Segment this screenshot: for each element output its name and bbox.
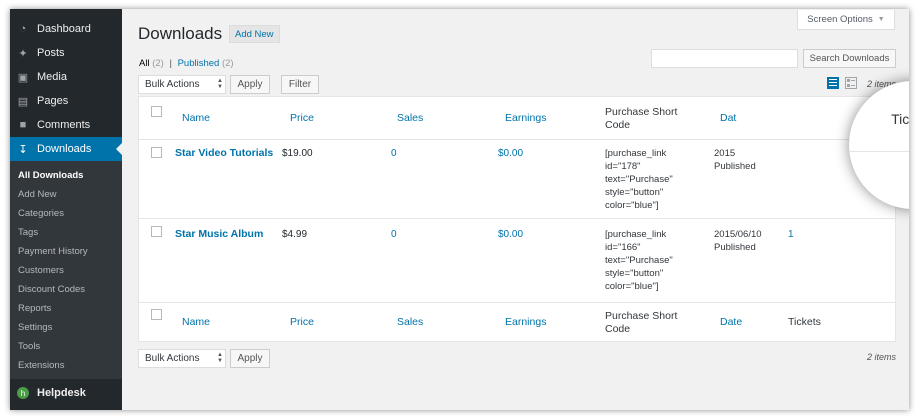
submenu-tools[interactable]: Tools: [10, 337, 122, 356]
search-input[interactable]: [651, 49, 798, 68]
bulk-actions-select-bottom[interactable]: Bulk Actions ▲ ▼: [138, 349, 226, 368]
submenu-all-downloads[interactable]: All Downloads: [10, 166, 122, 185]
page-title: Downloads: [138, 24, 223, 43]
menu-label: Pages: [37, 95, 69, 107]
column-header-earnings[interactable]: Earnings: [505, 112, 546, 125]
bulk-actions-value: Bulk Actions: [145, 79, 200, 90]
column-footer-date[interactable]: Date: [720, 316, 742, 329]
row-checkbox[interactable]: [151, 226, 162, 237]
page-icon: ▤: [17, 95, 29, 108]
column-header-name[interactable]: Name: [182, 112, 210, 125]
items-count-bottom: 2 items: [867, 352, 897, 362]
apply-button-bottom[interactable]: Apply: [230, 349, 270, 368]
row-date: 2015/06/10 Published: [714, 229, 762, 253]
row-earnings-link[interactable]: $0.00: [498, 147, 523, 160]
admin-window: ◔ Dashboard ✦ Posts ▣ Media ▤ Pages ■ Co…: [10, 9, 909, 410]
row-price: $19.00: [282, 148, 313, 159]
header-divider: [139, 139, 895, 140]
column-header-price[interactable]: Price: [290, 112, 314, 125]
row-price: $4.99: [282, 229, 308, 240]
bulk-actions-value: Bulk Actions: [145, 353, 200, 364]
submenu-payment-history[interactable]: Payment History: [10, 242, 122, 261]
row-shortcode: [purchase_link id="178" text="Purchase" …: [605, 148, 673, 211]
menu-media[interactable]: ▣ Media: [10, 65, 122, 89]
screen-options-label: Screen Options: [807, 14, 873, 25]
download-icon: ↧: [18, 143, 28, 156]
menu-helpdesk[interactable]: h Helpdesk: [10, 381, 122, 405]
apply-button-top[interactable]: Apply: [230, 75, 270, 94]
submenu-discount-codes[interactable]: Discount Codes: [10, 280, 122, 299]
comment-icon: ■: [19, 119, 27, 131]
menu-label: Dashboard: [37, 23, 91, 35]
menu-label: Comments: [37, 119, 91, 131]
row-sales-link[interactable]: 0: [391, 228, 397, 241]
filter-button[interactable]: Filter: [281, 75, 319, 94]
menu-downloads[interactable]: ↧ Downloads: [10, 137, 122, 161]
bulk-actions-select-top[interactable]: Bulk Actions ▲ ▼: [138, 75, 226, 94]
menu-dashboard[interactable]: ◔ Dashboard: [10, 17, 122, 41]
row-divider: [139, 218, 895, 219]
caret-down-icon: ▼: [877, 16, 885, 23]
row-earnings-link[interactable]: $0.00: [498, 228, 523, 241]
submenu-categories[interactable]: Categories: [10, 204, 122, 223]
row-title-link[interactable]: Star Video Tutorials: [175, 147, 273, 160]
filter-separator: |: [169, 58, 172, 69]
media-icon: ▣: [17, 71, 29, 84]
status-filter-links: All (2) | Published (2): [139, 58, 234, 69]
pin-icon: ✦: [18, 47, 28, 60]
row-tickets-link[interactable]: 1: [788, 228, 794, 241]
row-sales-link[interactable]: 0: [391, 147, 397, 160]
row-title-link[interactable]: Star Music Album: [175, 228, 263, 241]
magnified-tickets-header: Tickets: [891, 111, 909, 127]
column-footer-tickets: Tickets: [788, 316, 821, 328]
downloads-submenu: All Downloads Add New Categories Tags Pa…: [10, 161, 122, 379]
menu-label: Helpdesk: [37, 387, 86, 399]
column-footer-sales[interactable]: Sales: [397, 316, 423, 329]
select-all-checkbox-bottom[interactable]: [151, 309, 162, 320]
admin-sidebar: ◔ Dashboard ✦ Posts ▣ Media ▤ Pages ■ Co…: [10, 9, 122, 410]
screen-options-button[interactable]: Screen Options ▼: [797, 10, 895, 30]
select-all-checkbox-top[interactable]: [151, 106, 162, 117]
filter-published-count: (2): [221, 58, 234, 69]
menu-label: Media: [37, 71, 67, 83]
footer-divider: [139, 302, 895, 303]
dashboard-icon: ◔: [19, 23, 27, 35]
search-downloads-button[interactable]: Search Downloads: [803, 49, 896, 68]
main-content: Screen Options ▼ Downloads Add New All (…: [122, 9, 909, 410]
filter-all-count: (2): [152, 58, 164, 69]
select-arrows-icon: ▲ ▼: [217, 352, 223, 364]
row-checkbox[interactable]: [151, 147, 162, 158]
menu-posts[interactable]: ✦ Posts: [10, 41, 122, 65]
submenu-tags[interactable]: Tags: [10, 223, 122, 242]
submenu-add-new[interactable]: Add New: [10, 185, 122, 204]
submenu-reports[interactable]: Reports: [10, 299, 122, 318]
row-date: 2015 Published: [714, 148, 756, 172]
filter-all-link[interactable]: All: [139, 58, 150, 69]
column-footer-price[interactable]: Price: [290, 316, 314, 329]
column-header-shortcode: Purchase Short Code: [605, 106, 678, 131]
helpdesk-icon: h: [17, 387, 29, 399]
submenu-extensions[interactable]: Extensions: [10, 356, 122, 375]
magnified-tickets-value[interactable]: 2: [849, 163, 909, 178]
column-footer-shortcode: Purchase Short Code: [605, 310, 678, 335]
column-footer-earnings[interactable]: Earnings: [505, 316, 546, 329]
list-view-icon[interactable]: [827, 77, 839, 89]
excerpt-view-icon[interactable]: [845, 77, 857, 89]
menu-label: Posts: [37, 47, 65, 59]
select-arrows-icon: ▲ ▼: [217, 78, 223, 90]
menu-pages[interactable]: ▤ Pages: [10, 89, 122, 113]
filter-published-link[interactable]: Published: [178, 58, 220, 69]
magnified-divider: [849, 151, 909, 152]
row-shortcode: [purchase_link id="166" text="Purchase" …: [605, 229, 673, 292]
add-new-button[interactable]: Add New: [229, 25, 280, 43]
column-header-date[interactable]: Dat: [720, 112, 736, 125]
menu-label: Downloads: [37, 143, 92, 155]
submenu-settings[interactable]: Settings: [10, 318, 122, 337]
menu-comments[interactable]: ■ Comments: [10, 113, 122, 137]
column-footer-name[interactable]: Name: [182, 316, 210, 329]
downloads-table: Name Price Sales Earnings Purchase Short…: [138, 96, 896, 342]
submenu-customers[interactable]: Customers: [10, 261, 122, 280]
column-header-sales[interactable]: Sales: [397, 112, 423, 125]
